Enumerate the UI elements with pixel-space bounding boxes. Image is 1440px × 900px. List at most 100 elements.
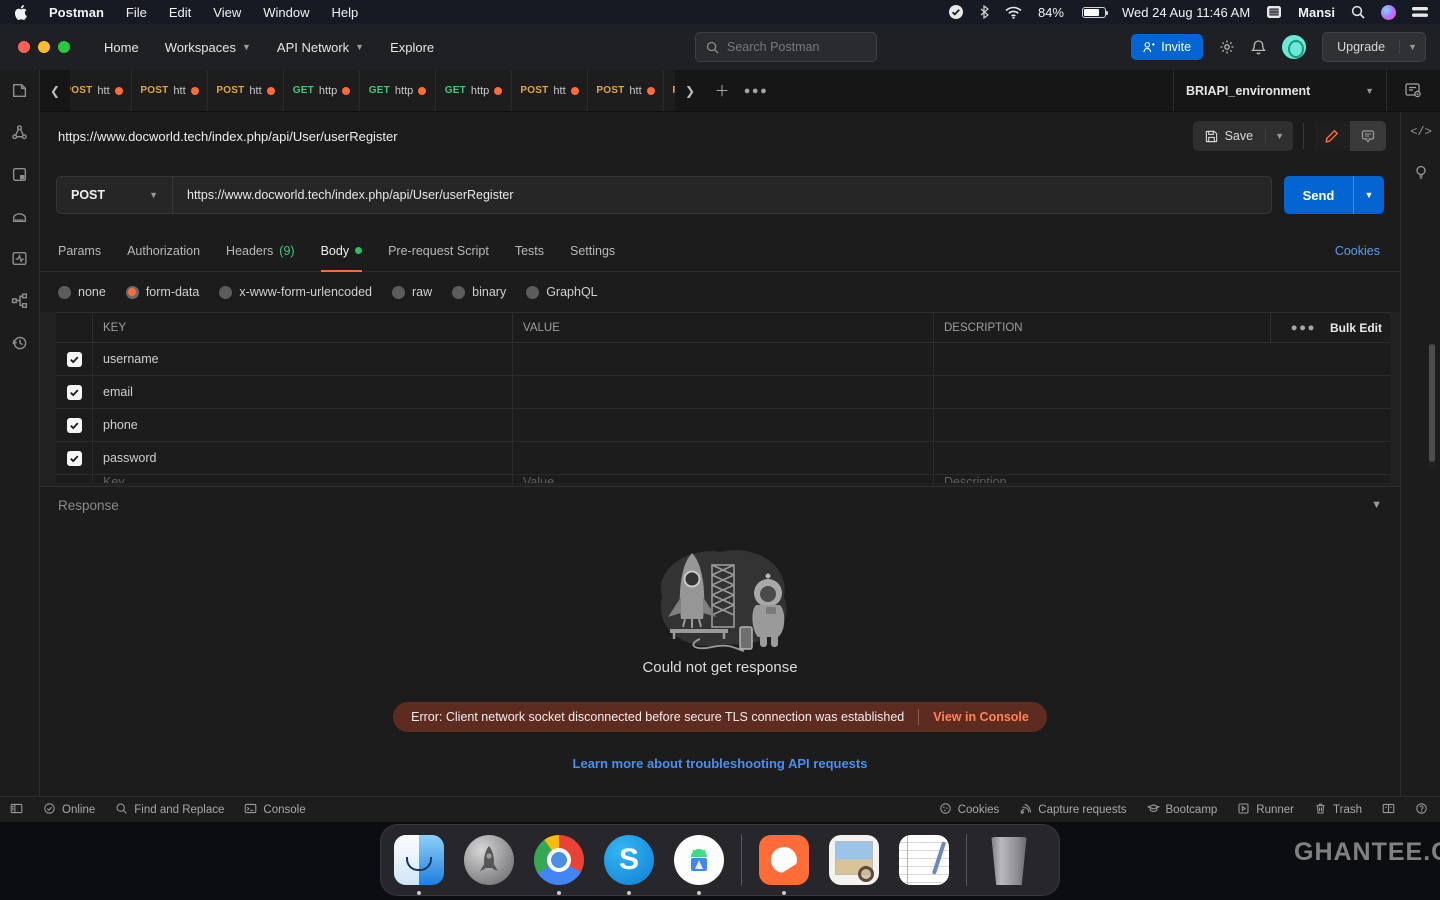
troubleshooting-link[interactable]: Learn more about troubleshooting API req…	[573, 756, 868, 771]
value-cell[interactable]	[512, 376, 933, 408]
body-mode-raw[interactable]: raw	[392, 285, 432, 299]
tab-tests[interactable]: Tests	[515, 230, 544, 272]
send-button[interactable]: Send ▼	[1284, 176, 1384, 214]
request-tab-3[interactable]: POSThtt	[208, 70, 284, 111]
nav-workspaces[interactable]: Workspaces▼	[165, 40, 251, 55]
bulk-edit-button[interactable]: Bulk Edit	[1330, 321, 1382, 335]
request-tab-4[interactable]: GEThttp	[284, 70, 360, 111]
statusbar-split-pane-icon[interactable]	[1382, 802, 1395, 818]
menu-postman[interactable]: Postman	[49, 5, 104, 20]
statusbar-help-icon[interactable]	[1415, 802, 1428, 818]
description-cell[interactable]	[933, 343, 1270, 375]
user-avatar[interactable]	[1282, 35, 1306, 59]
shortcuts-check-icon[interactable]	[948, 4, 964, 20]
dock-android-studio-icon[interactable]	[671, 832, 727, 888]
view-in-console-link[interactable]: View in Console	[933, 710, 1029, 724]
scroll-tabs-left-button[interactable]: ❮	[40, 70, 70, 111]
apple-logo-icon[interactable]	[14, 5, 27, 20]
tab-options-ellipsis-button[interactable]: ●●●	[739, 70, 773, 111]
body-mode-binary[interactable]: binary	[452, 285, 506, 299]
description-cell[interactable]	[933, 442, 1270, 474]
environments-icon[interactable]	[10, 164, 30, 184]
siri-icon[interactable]	[1381, 5, 1396, 20]
statusbar-check-circle[interactable]: Online	[43, 802, 95, 818]
invite-button[interactable]: Invite	[1131, 34, 1203, 60]
body-mode-graphql[interactable]: GraphQL	[526, 285, 597, 299]
settings-gear-icon[interactable]	[1219, 39, 1235, 55]
request-tab-6[interactable]: GEThttp	[436, 70, 512, 111]
request-tab-8[interactable]: POSThtt	[588, 70, 664, 111]
dock-skype-icon[interactable]: S	[601, 832, 657, 888]
row-checkbox[interactable]	[67, 451, 82, 466]
menu-edit[interactable]: Edit	[169, 5, 191, 20]
flows-icon[interactable]	[10, 290, 30, 310]
history-icon[interactable]	[10, 332, 30, 352]
menu-window[interactable]: Window	[263, 5, 309, 20]
user-menu[interactable]: Mansi	[1298, 5, 1335, 20]
table-options-ellipsis-button[interactable]: ●●●	[1291, 322, 1316, 334]
environment-quick-look-icon[interactable]	[1386, 70, 1440, 111]
dock-trash-icon[interactable]	[981, 832, 1037, 888]
wifi-icon[interactable]	[1005, 6, 1022, 19]
statusbar-sidebar-toggle-icon[interactable]	[10, 802, 23, 818]
zoom-window-button[interactable]	[58, 41, 70, 53]
save-options-chevron[interactable]: ▼	[1266, 131, 1293, 141]
notifications-bell-icon[interactable]	[1251, 39, 1266, 55]
menu-file[interactable]: File	[126, 5, 147, 20]
statusbar-capture[interactable]: Capture requests	[1019, 802, 1126, 818]
row-checkbox[interactable]	[67, 352, 82, 367]
cookies-link[interactable]: Cookies	[1335, 244, 1380, 258]
bluetooth-icon[interactable]	[980, 5, 989, 19]
environment-selector[interactable]: BRIAPI_environment ▼	[1174, 84, 1386, 98]
control-center-icon[interactable]	[1412, 6, 1428, 18]
menu-help[interactable]: Help	[331, 5, 358, 20]
nav-explore[interactable]: Explore	[390, 40, 434, 55]
scroll-tabs-right-button[interactable]: ❯	[675, 70, 705, 111]
request-tab-7[interactable]: POSThtt	[512, 70, 588, 111]
dock-textedit-icon[interactable]	[896, 832, 952, 888]
collapse-response-chevron[interactable]: ▼	[1371, 499, 1382, 511]
tab-body[interactable]: Body	[321, 230, 363, 272]
statusbar-search[interactable]: Find and Replace	[115, 802, 224, 818]
request-tab-5[interactable]: GEThttp	[360, 70, 436, 111]
dock-chrome-icon[interactable]	[531, 832, 587, 888]
description-cell[interactable]	[933, 409, 1270, 441]
key-cell[interactable]: email	[92, 376, 512, 408]
nav-api-network[interactable]: API Network▼	[277, 40, 364, 55]
statusbar-cookie[interactable]: Cookies	[939, 802, 1000, 818]
statusbar-runner[interactable]: Runner	[1237, 802, 1294, 818]
key-cell[interactable]: password	[92, 442, 512, 474]
menu-bar-clock[interactable]: Wed 24 Aug 11:46 AM	[1122, 5, 1250, 20]
tab-authorization[interactable]: Authorization	[127, 230, 200, 272]
spotlight-icon[interactable]	[1351, 5, 1365, 19]
apis-icon[interactable]	[10, 122, 30, 142]
dock-postman-icon[interactable]	[756, 832, 812, 888]
tab-params[interactable]: Params	[58, 230, 101, 272]
value-cell[interactable]	[512, 442, 933, 474]
lightbulb-icon[interactable]	[1401, 152, 1440, 192]
mock-servers-icon[interactable]	[10, 206, 30, 226]
dock-launchpad-icon[interactable]	[461, 832, 517, 888]
dock-photos-icon[interactable]	[826, 832, 882, 888]
edit-pencil-button[interactable]	[1314, 121, 1350, 151]
dock-finder-icon[interactable]	[391, 832, 447, 888]
save-button[interactable]: Save ▼	[1193, 121, 1293, 151]
table-scrollbar[interactable]	[1428, 344, 1436, 470]
collections-icon[interactable]	[10, 80, 30, 100]
row-checkbox[interactable]	[67, 385, 82, 400]
close-window-button[interactable]	[18, 41, 30, 53]
body-mode-none[interactable]: none	[58, 285, 106, 299]
url-input[interactable]: https://www.docworld.tech/index.php/api/…	[172, 176, 1272, 214]
search-input[interactable]: Search Postman	[695, 32, 877, 62]
description-cell[interactable]	[933, 376, 1270, 408]
method-select[interactable]: POST ▼	[56, 176, 172, 214]
send-options-chevron[interactable]: ▼	[1354, 176, 1384, 214]
statusbar-bootcamp[interactable]: Bootcamp	[1147, 802, 1218, 818]
key-cell[interactable]: username	[92, 343, 512, 375]
value-cell[interactable]	[512, 409, 933, 441]
row-checkbox[interactable]	[67, 418, 82, 433]
menu-view[interactable]: View	[213, 5, 241, 20]
new-tab-plus-button[interactable]: ＋	[705, 70, 739, 111]
comments-button[interactable]	[1350, 121, 1386, 151]
minimize-window-button[interactable]	[38, 41, 50, 53]
